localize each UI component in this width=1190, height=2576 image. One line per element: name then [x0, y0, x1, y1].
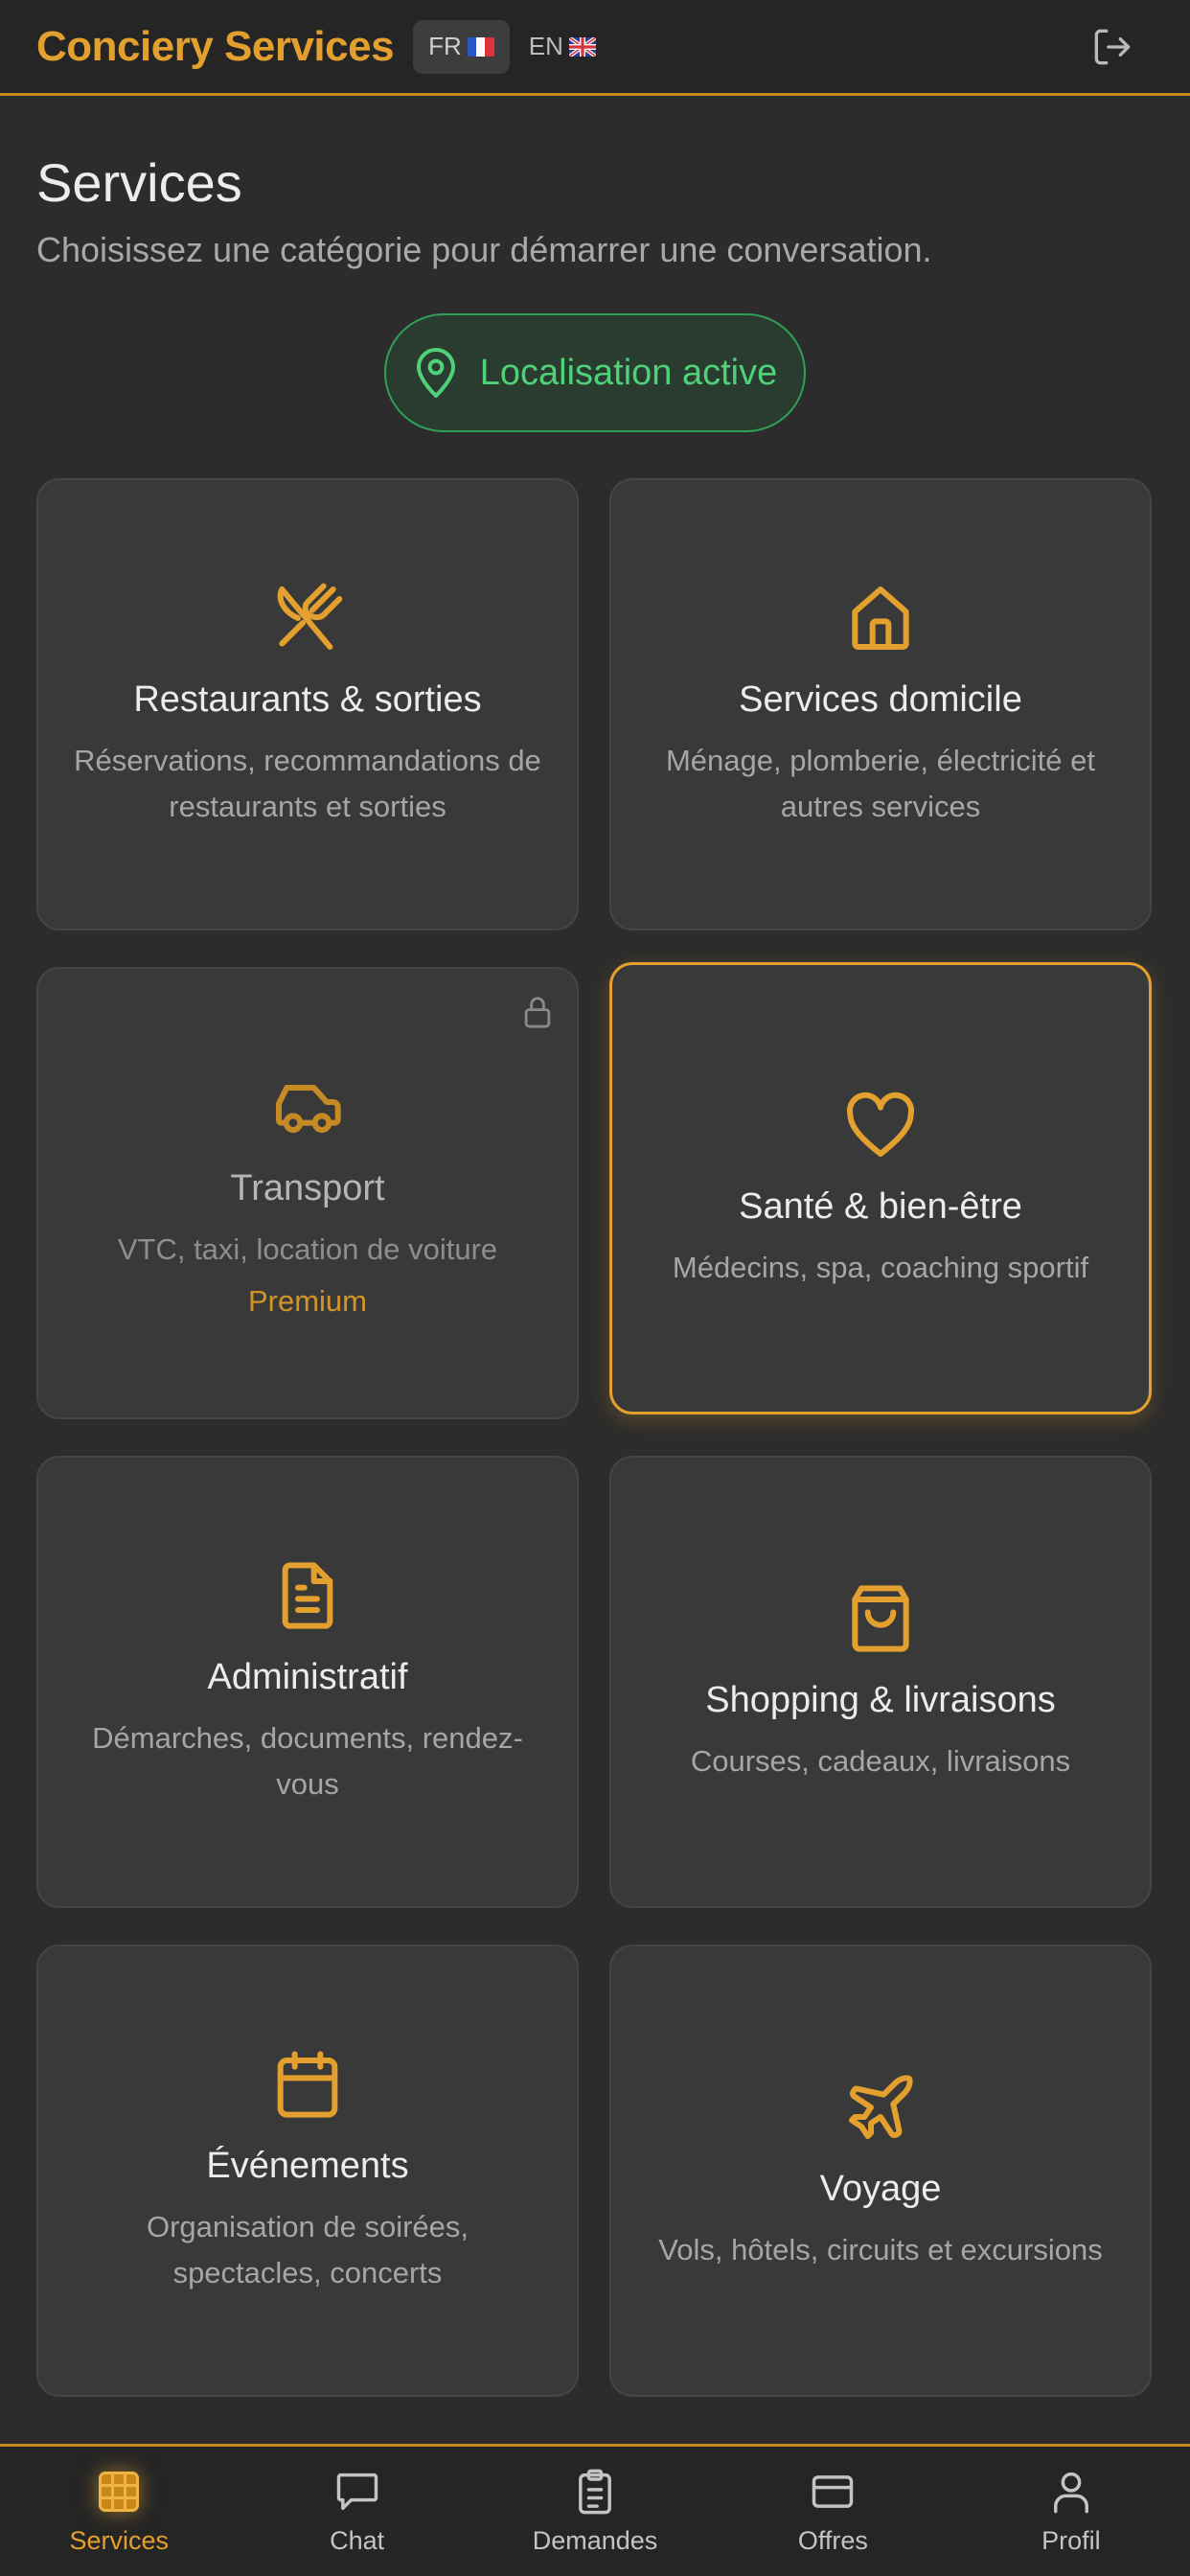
category-title: Services domicile — [739, 678, 1022, 720]
category-card-home-services[interactable]: Services domicile Ménage, plomberie, éle… — [609, 478, 1152, 931]
lang-fr-label: FR — [428, 32, 462, 60]
grid-icon — [99, 2471, 140, 2513]
nav-label: Profil — [1041, 2526, 1101, 2555]
lock-icon — [524, 997, 551, 1028]
utensils-icon — [277, 583, 343, 650]
nav-profile[interactable]: Profil — [952, 2447, 1190, 2576]
heart-icon — [846, 1092, 915, 1157]
category-card-health[interactable]: Santé & bien-être Médecins, spa, coachin… — [609, 962, 1152, 1414]
category-title: Restaurants & sorties — [133, 678, 482, 720]
nav-requests[interactable]: Demandes — [476, 2447, 714, 2576]
lang-en-label: EN — [528, 32, 563, 60]
category-card-administrative[interactable]: Administratif Démarches, documents, rend… — [36, 1456, 579, 1908]
chat-icon — [336, 2472, 378, 2511]
lang-fr-button[interactable]: FR — [413, 19, 510, 74]
category-description: Réservations, recommandations de restaur… — [74, 743, 541, 823]
lang-en-button[interactable]: EN — [514, 20, 611, 74]
category-title: Shopping & livraisons — [705, 1679, 1056, 1720]
category-title: Santé & bien-être — [739, 1185, 1022, 1227]
user-icon — [1053, 2472, 1088, 2514]
category-card-transport[interactable]: Transport VTC, taxi, location de voiture… — [36, 967, 579, 1419]
category-description: Organisation de soirées, spectacles, con… — [146, 2209, 469, 2289]
category-description: Ménage, plomberie, électricité et autres… — [665, 743, 1095, 823]
document-icon — [282, 1561, 333, 1629]
clipboard-icon — [579, 2469, 611, 2515]
category-title: Transport — [230, 1167, 385, 1208]
nav-services[interactable]: Services — [0, 2447, 238, 2576]
location-status-pill[interactable]: Localisation active — [384, 313, 806, 432]
category-card-events[interactable]: Événements Organisation de soirées, spec… — [36, 1944, 579, 2397]
category-title: Voyage — [819, 2168, 942, 2209]
nav-label: Offres — [797, 2526, 868, 2555]
nav-label: Chat — [330, 2526, 385, 2555]
nav-chat[interactable]: Chat — [238, 2447, 475, 2576]
category-title: Événements — [206, 2145, 409, 2186]
calendar-icon — [277, 2050, 338, 2118]
category-card-travel[interactable]: Voyage Vols, hôtels, circuits et excursi… — [609, 1944, 1152, 2397]
card-icon — [812, 2475, 854, 2508]
brand-title: Conciery Services — [36, 22, 395, 70]
top-bar: Conciery Services FR EN — [0, 0, 1190, 96]
france-flag-icon — [467, 36, 494, 57]
plane-icon — [849, 2074, 913, 2139]
location-status-label: Localisation active — [479, 352, 778, 393]
nav-label: Services — [69, 2526, 169, 2555]
page-title: Services — [36, 152, 242, 213]
category-description: Démarches, documents, rendez-vous — [92, 1720, 523, 1801]
map-pin-icon — [416, 348, 455, 398]
category-card-shopping[interactable]: Shopping & livraisons Courses, cadeaux, … — [609, 1456, 1152, 1908]
category-description: Médecins, spa, coaching sportif — [672, 1250, 1089, 1284]
category-description: Courses, cadeaux, livraisons — [690, 1743, 1071, 1778]
home-icon — [852, 586, 909, 650]
category-card-restaurants[interactable]: Restaurants & sorties Réservations, reco… — [36, 478, 579, 931]
car-icon — [276, 1084, 341, 1133]
nav-offers[interactable]: Offres — [714, 2447, 951, 2576]
bottom-nav: Services Chat Demandes Offres Profil — [0, 2444, 1190, 2576]
shopping-bag-icon — [852, 1584, 909, 1652]
page-subtitle: Choisissez une catégorie pour démarrer u… — [36, 230, 932, 269]
category-description: Vols, hôtels, circuits et excursions — [658, 2232, 1103, 2266]
logout-icon[interactable] — [1088, 23, 1136, 71]
category-title: Administratif — [207, 1656, 408, 1697]
nav-label: Demandes — [532, 2526, 658, 2555]
premium-badge: Premium — [247, 1283, 367, 1318]
uk-flag-icon — [568, 36, 596, 57]
category-description: VTC, taxi, location de voiture — [117, 1231, 498, 1266]
app-root: Conciery Services FR EN Services Choisis… — [0, 0, 1190, 2576]
